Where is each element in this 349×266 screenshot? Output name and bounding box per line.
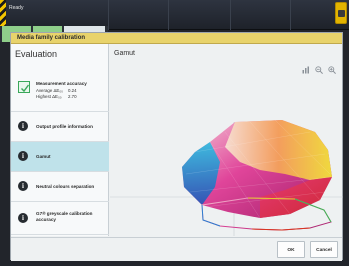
info-icon: i — [18, 213, 28, 223]
check-icon — [18, 81, 30, 93]
measurement-accuracy: Measurement accuracy Average ΔE₀₀ 0.24 H… — [11, 75, 109, 111]
document-icon — [338, 10, 345, 17]
status-text: Ready — [9, 5, 24, 11]
divider — [168, 0, 169, 30]
divider — [230, 0, 231, 30]
content-title: Gamut — [114, 50, 136, 57]
divider — [108, 0, 109, 30]
eval-item-neutral-colours[interactable]: i Neutral colours separation — [11, 171, 109, 201]
ok-button[interactable]: OK — [277, 241, 305, 258]
dialog-titlebar: Media family calibration — [11, 33, 342, 44]
dialog-title: Media family calibration — [17, 35, 86, 41]
highest-value: 2.70 — [68, 94, 77, 99]
divider — [290, 0, 291, 30]
eval-item-label: Output profile information — [36, 124, 93, 129]
average-value: 0.24 — [68, 88, 77, 93]
corner-button[interactable] — [335, 2, 347, 24]
accuracy-title: Measurement accuracy — [36, 81, 87, 86]
cancel-button[interactable]: Cancel — [310, 241, 338, 258]
gamut-visualization[interactable] — [110, 62, 343, 236]
highest-label: Highest ΔE₀₀ — [36, 94, 62, 99]
info-icon: i — [18, 181, 28, 191]
info-icon: i — [18, 151, 28, 161]
gamut-projection — [251, 227, 311, 231]
calibration-dialog: Media family calibration Evaluation Meas… — [10, 32, 343, 261]
info-icon: i — [18, 121, 28, 131]
eval-item-label: Neutral colours separation — [36, 184, 95, 189]
eval-item-gamut[interactable]: i Gamut — [11, 141, 109, 171]
eval-item-label: Gamut — [36, 154, 51, 159]
eval-item-label: G7® greyscale calibration accuracy — [36, 211, 93, 222]
dialog-footer: OK Cancel — [11, 237, 342, 261]
evaluation-header: Evaluation — [15, 49, 58, 59]
evaluation-panel: Evaluation Measurement accuracy Average … — [11, 44, 109, 236]
eval-item-output-profile[interactable]: i Output profile information — [11, 111, 109, 141]
eval-item-g7-greyscale[interactable]: i G7® greyscale calibration accuracy — [11, 201, 109, 235]
average-label: Average ΔE₀₀ — [36, 88, 63, 93]
